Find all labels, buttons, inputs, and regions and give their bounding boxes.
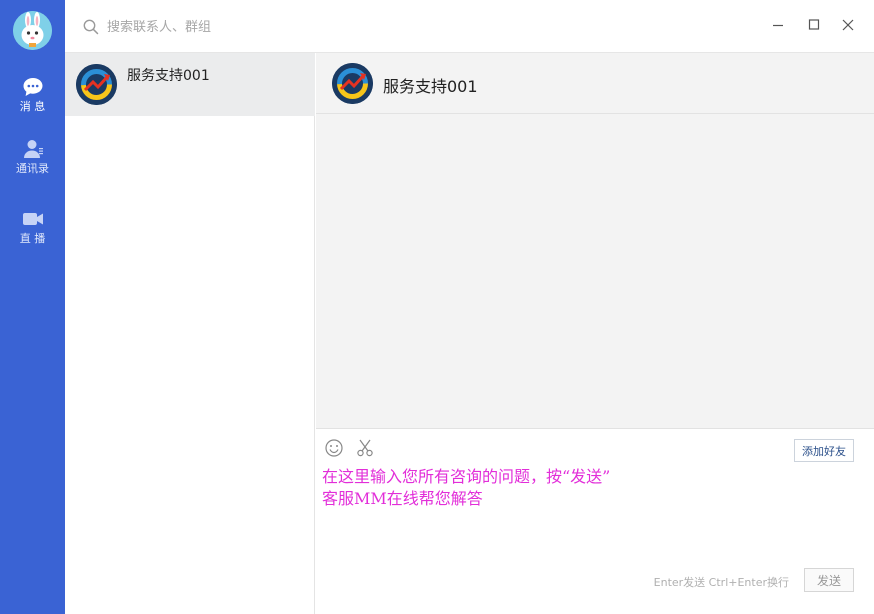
conversation-list: 服务支持001 <box>65 53 315 614</box>
composer: 添加好友 在这里输入您所有咨询的问题，按“发送” 客服MM在线帮您解答 Ente… <box>316 428 874 614</box>
contacts-icon <box>22 139 44 159</box>
search-input[interactable] <box>107 17 307 37</box>
screenshot-button[interactable] <box>355 438 375 458</box>
app-logo <box>13 11 52 50</box>
nav-item-messages[interactable]: 消 息 <box>0 77 65 113</box>
add-friend-button[interactable]: 添加好友 <box>794 439 854 462</box>
avatar <box>76 64 117 105</box>
send-button[interactable]: 发送 <box>804 568 854 592</box>
message-input[interactable]: 在这里输入您所有咨询的问题，按“发送” 客服MM在线帮您解答 <box>322 466 862 566</box>
search-box <box>83 17 313 37</box>
maximize-icon <box>808 19 820 30</box>
emoji-button[interactable] <box>324 438 344 458</box>
top-bar <box>65 0 874 53</box>
close-icon <box>842 19 854 31</box>
nav-item-label: 直 播 <box>19 232 46 245</box>
video-camera-icon <box>22 209 44 229</box>
minimize-button[interactable] <box>769 16 787 34</box>
smiley-icon <box>325 439 343 457</box>
message-area <box>316 115 874 428</box>
maximize-button[interactable] <box>805 16 823 34</box>
close-button[interactable] <box>839 16 857 34</box>
nav-item-live[interactable]: 直 播 <box>0 209 65 245</box>
avatar <box>332 63 373 104</box>
list-item[interactable]: 服务支持001 <box>65 53 315 116</box>
minimize-icon <box>773 24 783 27</box>
chat-bubble-icon <box>22 77 44 97</box>
chat-title: 服务支持001 <box>383 77 478 96</box>
nav-item-label: 消 息 <box>19 100 46 113</box>
chat-header: 服务支持001 <box>316 53 874 114</box>
scissors-icon <box>357 439 373 457</box>
send-shortcut-hint: Enter发送 Ctrl+Enter换行 <box>653 576 789 589</box>
chat-panel: 服务支持001 添加好友 在这里输入您所有咨询的问题，按“发送” 客服MM在线帮… <box>316 53 874 614</box>
contact-name: 服务支持001 <box>127 68 210 84</box>
search-icon <box>83 19 99 35</box>
nav-item-contacts[interactable]: 通讯录 <box>0 139 65 175</box>
nav-item-label: 通讯录 <box>16 162 49 175</box>
app-window: 消 息 通讯录 直 播 搜索联系人、群组 服务支持001 服务支持001 添加好… <box>0 0 874 614</box>
left-nav: 消 息 通讯录 直 播 <box>0 0 65 614</box>
